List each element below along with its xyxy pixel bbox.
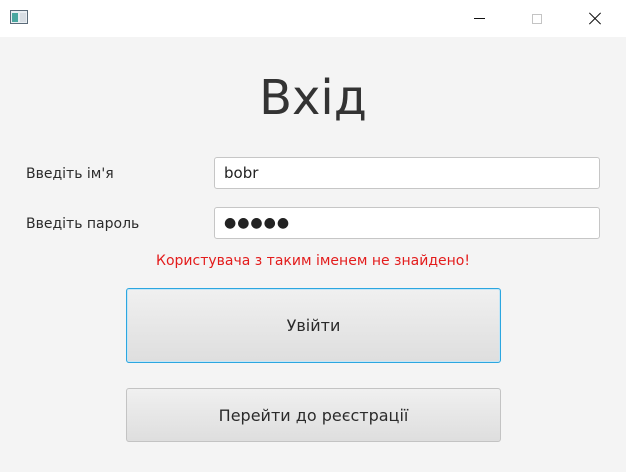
password-value: ●●●●●	[224, 215, 291, 231]
close-icon	[588, 12, 602, 26]
minimize-icon	[473, 18, 485, 19]
maximize-icon	[532, 13, 542, 24]
page-title: Вхід	[259, 70, 367, 126]
title-bar	[0, 0, 626, 37]
username-input[interactable]: bobr	[214, 157, 600, 189]
password-label: Введіть пароль	[26, 216, 140, 232]
app-window-icon	[10, 10, 28, 24]
error-message: Користувача з таким іменем не знайдено!	[156, 253, 470, 269]
login-button[interactable]: Увійти	[126, 288, 501, 363]
register-button[interactable]: Перейти до реєстрації	[126, 388, 501, 442]
login-button-label: Увійти	[286, 316, 341, 335]
username-value: bobr	[224, 164, 259, 182]
maximize-button[interactable]	[514, 0, 560, 37]
username-label: Введіть ім'я	[26, 166, 114, 182]
register-button-label: Перейти до реєстрації	[218, 405, 409, 425]
minimize-button[interactable]	[456, 0, 502, 37]
password-input[interactable]: ●●●●●	[214, 207, 600, 239]
close-button[interactable]	[572, 0, 618, 37]
